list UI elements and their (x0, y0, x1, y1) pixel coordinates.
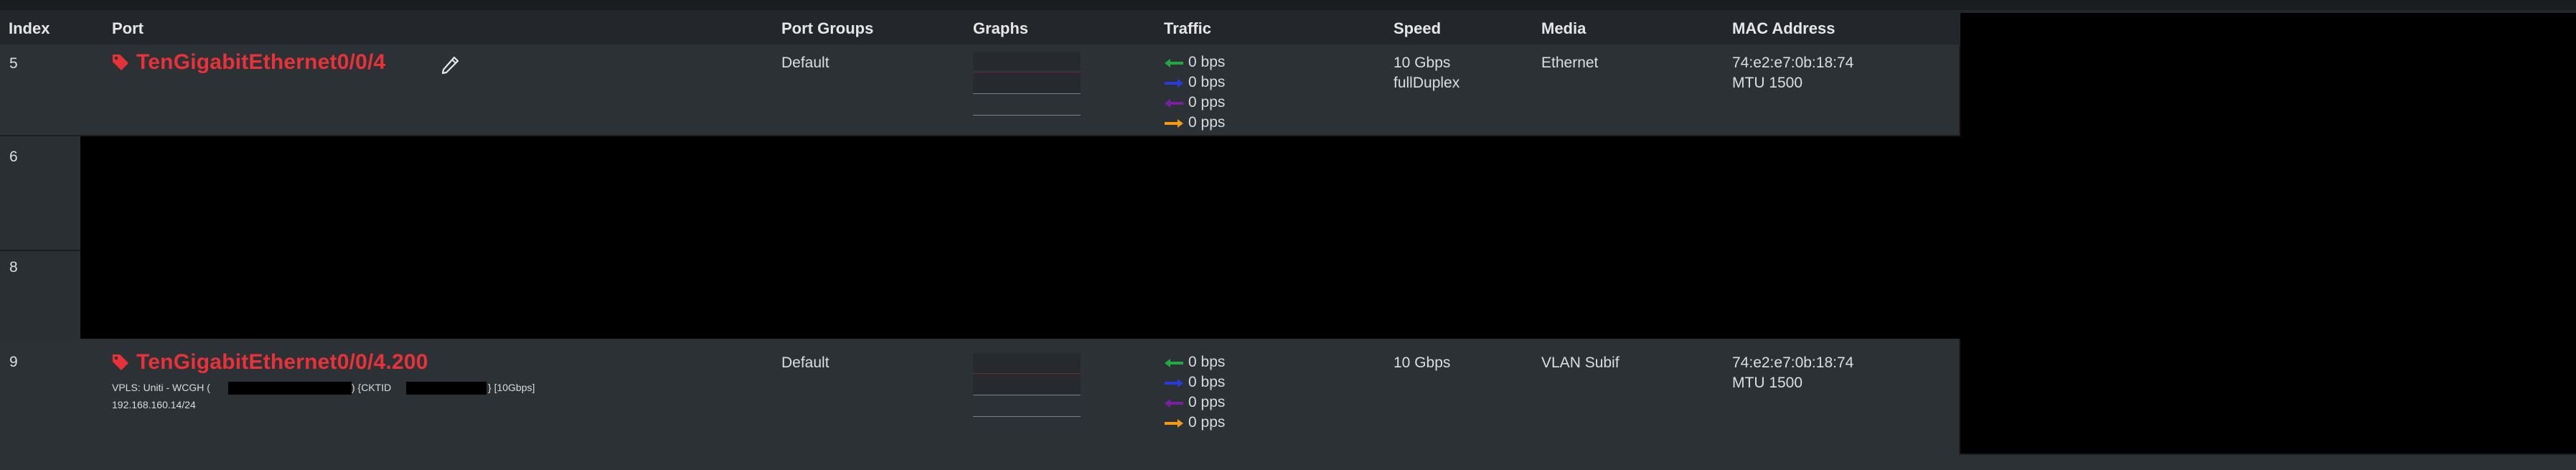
graph-baseline (973, 115, 1081, 116)
port-description-mid: ) {CKTID (352, 382, 392, 393)
redacted-text (228, 382, 352, 395)
mac-address: 74:e2:e7:0b:18:74 (1732, 55, 1854, 71)
tag-icon (113, 354, 128, 370)
arrow-left-icon (1165, 359, 1183, 367)
arrow-right-icon (1165, 119, 1183, 128)
column-header-speed[interactable]: Speed (1393, 19, 1441, 38)
arrow-left-icon (1165, 59, 1183, 67)
column-header-graphs: Graphs (973, 19, 1029, 37)
mac-address: 74:e2:e7:0b:18:74 (1732, 354, 1854, 371)
table-row-partial (0, 455, 2576, 470)
arrow-right-icon (1165, 379, 1183, 387)
graph-thumbnail[interactable] (973, 353, 1081, 373)
arrow-right-icon (1165, 419, 1183, 428)
port-link[interactable]: TenGigabitEthernet0/0/4 (136, 50, 385, 75)
redacted-text (406, 382, 486, 395)
arrow-left-icon (1165, 99, 1183, 108)
row-index: 9 (9, 354, 18, 370)
tag-icon (113, 55, 128, 70)
column-header-port-groups[interactable]: Port Groups (781, 19, 873, 38)
port-ip-address: 192.168.160.14/24 (112, 399, 196, 410)
redacted-block (80, 136, 1960, 339)
column-header-media[interactable]: Media (1541, 19, 1586, 38)
graph-thumbnail[interactable] (973, 375, 1081, 395)
port-duplex: fullDuplex (1393, 75, 1460, 91)
redacted-panel (1960, 13, 2576, 453)
graph-baseline (973, 373, 1081, 374)
column-header-index[interactable]: Index (9, 19, 50, 38)
port-speed: 10 Gbps (1393, 55, 1451, 71)
row-index: 8 (9, 259, 18, 276)
port-media: Ethernet (1541, 55, 1599, 71)
arrow-left-icon (1165, 399, 1183, 408)
arrow-right-icon (1165, 79, 1183, 88)
port-group[interactable]: Default (781, 354, 829, 372)
graph-thumbnail[interactable] (973, 72, 1081, 93)
port-speed: 10 Gbps (1393, 354, 1451, 371)
port-group[interactable]: Default (781, 55, 829, 72)
graph-baseline (973, 93, 1081, 94)
port-mtu: MTU 1500 (1732, 375, 1803, 391)
port-description-start: VPLS: Uniti - WCGH ( (112, 382, 210, 393)
port-link[interactable]: TenGigabitEthernet0/0/4.200 (136, 350, 428, 375)
top-strip (0, 0, 2576, 11)
port-media: VLAN Subif (1541, 354, 1620, 371)
column-header-mac[interactable]: MAC Address (1732, 19, 1835, 38)
port-mtu: MTU 1500 (1732, 75, 1803, 91)
pencil-icon[interactable] (439, 54, 461, 75)
graph-thumbnail[interactable] (973, 52, 1081, 70)
port-description-end: } [10Gbps] (488, 382, 535, 393)
column-header-traffic[interactable]: Traffic (1164, 19, 1211, 38)
row-index: 5 (9, 55, 18, 72)
graph-baseline (973, 416, 1081, 417)
row-index: 6 (9, 149, 18, 165)
column-header-port[interactable]: Port (112, 19, 144, 38)
